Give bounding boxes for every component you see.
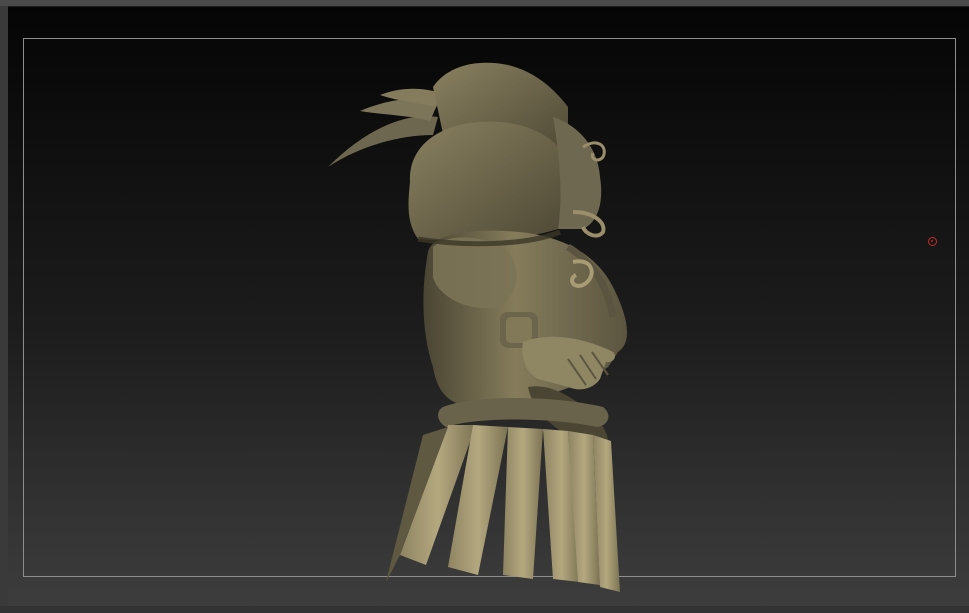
zbrush-window	[0, 0, 969, 613]
left-shelf-edge	[0, 6, 8, 606]
sculpt-canvas[interactable]	[8, 7, 969, 606]
sculpted-warrior-model[interactable]	[8, 7, 969, 606]
armor-skirt	[386, 425, 620, 592]
hood	[408, 121, 568, 241]
bottom-edge	[0, 606, 969, 613]
target-icon[interactable]	[928, 237, 937, 246]
top-toolbar-edge	[0, 0, 969, 7]
belt	[438, 398, 609, 427]
